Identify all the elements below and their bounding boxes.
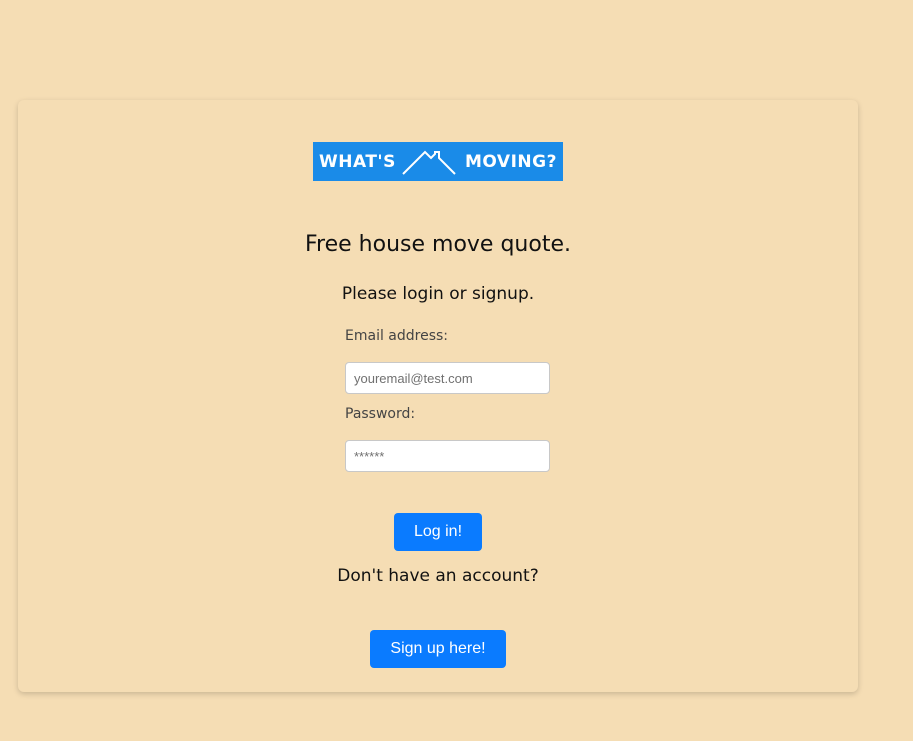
logo-text-left: WHAT'S bbox=[319, 152, 396, 172]
password-label: Password: bbox=[345, 406, 416, 422]
email-field[interactable] bbox=[345, 362, 550, 394]
password-field[interactable] bbox=[345, 440, 550, 472]
signup-button[interactable]: Sign up here! bbox=[370, 630, 506, 668]
page-subtitle: Please login or signup. bbox=[341, 284, 535, 304]
email-label: Email address: bbox=[345, 328, 449, 344]
house-roof-icon bbox=[402, 150, 456, 175]
logo-text-right: MOVING? bbox=[465, 152, 557, 172]
page-title: Free house move quote. bbox=[305, 232, 571, 257]
login-card: WHAT'S MOVING? Free house move quote. Pl… bbox=[18, 100, 858, 692]
site-logo[interactable]: WHAT'S MOVING? bbox=[313, 142, 563, 181]
login-button[interactable]: Log in! bbox=[394, 513, 482, 551]
no-account-text: Don't have an account? bbox=[337, 566, 539, 586]
